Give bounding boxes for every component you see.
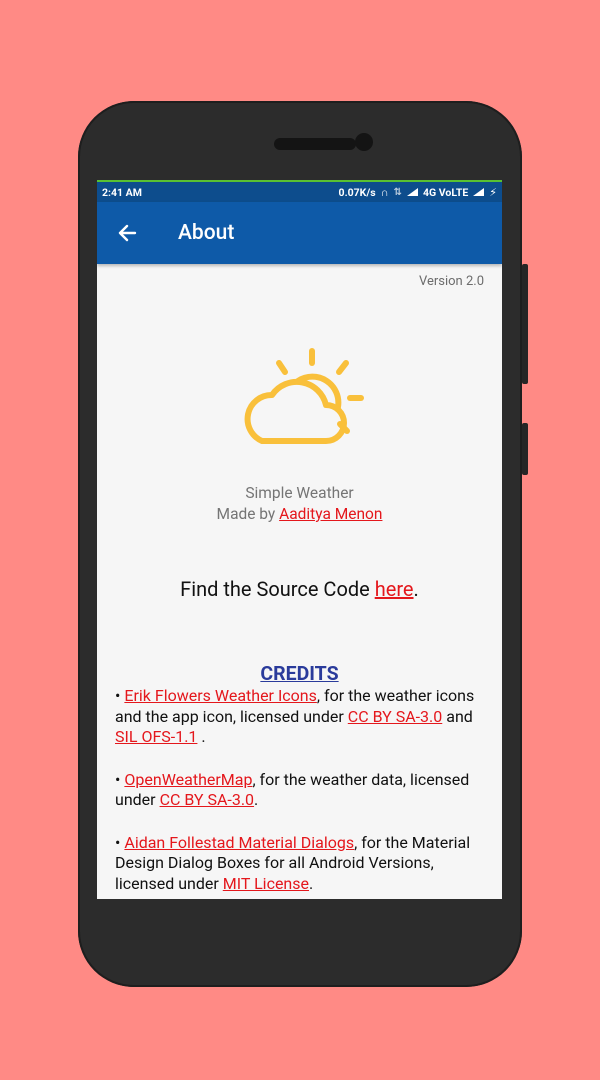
credit-item: • Aidan Follestad Material Dialogs, for … [115, 833, 484, 895]
volume-button [522, 264, 528, 384]
credit-text: . [309, 873, 314, 893]
headset-icon: ∩ [380, 185, 389, 199]
signal-icon-2 [473, 188, 485, 196]
credits-list: • Erik Flowers Weather Icons, for the we… [115, 686, 484, 899]
license-link-sil-ofl[interactable]: SIL OFS-1.1 [115, 727, 197, 746]
earpiece-speaker [274, 138, 356, 150]
license-link-mit[interactable]: MIT License [223, 874, 309, 893]
credit-text: . [254, 790, 259, 809]
status-time: 2:41 AM [102, 185, 142, 199]
credit-text: . [197, 727, 206, 746]
weather-icons-link[interactable]: Erik Flowers Weather Icons [124, 686, 317, 705]
bullet: • [115, 832, 125, 852]
credit-item: • Erik Flowers Weather Icons, for the we… [115, 686, 484, 748]
license-link-cc-by-sa[interactable]: CC BY SA-3.0 [348, 707, 442, 726]
status-icons: 0.07K/s ∩ ⇅ 4G VoLTE ⚡ [339, 186, 497, 199]
license-link-cc-by-sa[interactable]: CC BY SA-3.0 [160, 790, 254, 809]
version-label: Version 2.0 [418, 274, 484, 289]
network-label: 4G VoLTE [422, 185, 469, 199]
data-transfer-icon: ⇅ [393, 186, 402, 198]
bullet: • [115, 686, 125, 705]
status-bar: 2:41 AM 0.07K/s ∩ ⇅ 4G VoLTE ⚡ [97, 180, 502, 202]
back-button[interactable] [97, 202, 157, 264]
openweathermap-link[interactable]: OpenWeatherMap [124, 770, 252, 789]
source-suffix: . [413, 577, 419, 601]
app-screen: 2:41 AM 0.07K/s ∩ ⇅ 4G VoLTE ⚡ About Ver… [97, 180, 502, 899]
app-name: Simple Weather [245, 484, 354, 502]
credit-item: • OpenWeatherMap, for the weather data, … [115, 770, 484, 811]
net-speed: 0.07K/s [338, 185, 376, 199]
charging-icon: ⚡ [489, 185, 497, 199]
arrow-back-icon [118, 224, 137, 242]
weather-cloud-sun-icon [244, 348, 364, 444]
made-by-prefix: Made by [216, 505, 280, 523]
credit-text: and [442, 706, 473, 726]
source-code-line: Find the Source Code here. [97, 577, 502, 601]
material-dialogs-link[interactable]: Aidan Follestad Material Dialogs [124, 833, 354, 852]
made-by-line: Made by Aaditya Menon [97, 505, 502, 523]
front-camera [355, 133, 373, 151]
source-prefix: Find the Source Code [180, 577, 375, 601]
app-bar: About [97, 202, 502, 264]
power-button [522, 423, 528, 475]
source-code-link[interactable]: here [375, 577, 414, 601]
page-title: About [178, 221, 235, 245]
bullet: • [115, 769, 125, 789]
credits-heading: CREDITS [260, 662, 339, 685]
signal-icon [406, 188, 418, 196]
author-link[interactable]: Aaditya Menon [279, 505, 382, 523]
